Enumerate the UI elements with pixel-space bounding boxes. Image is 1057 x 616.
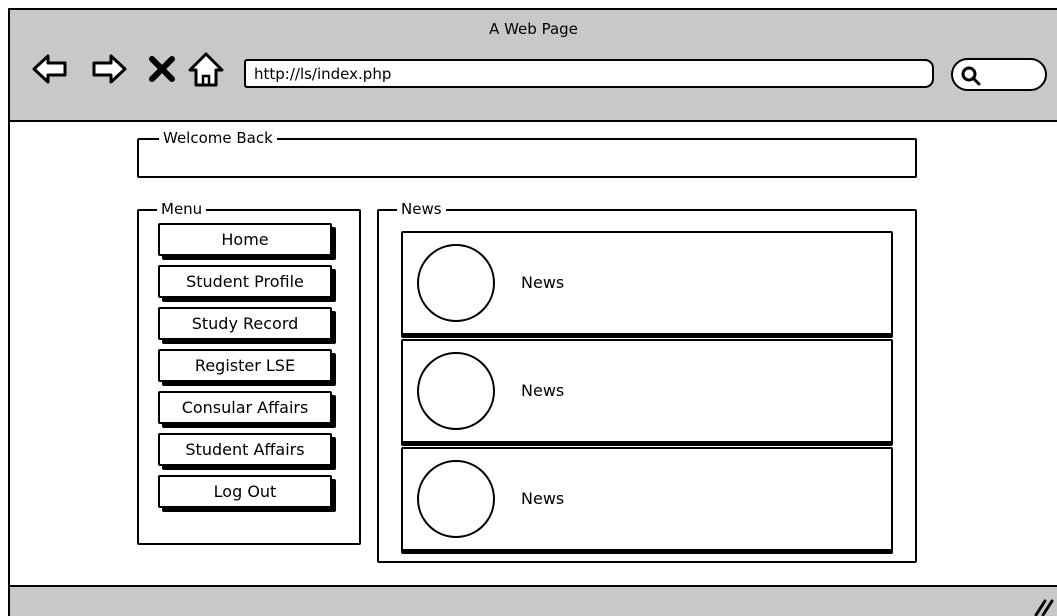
search-input[interactable] [951, 58, 1047, 91]
news-title: News [521, 381, 565, 400]
news-label: News [397, 200, 446, 218]
news-thumbnail [417, 460, 495, 538]
close-icon[interactable] [147, 49, 177, 89]
welcome-panel: Welcome Back [137, 129, 917, 178]
news-item[interactable]: News [401, 231, 893, 335]
news-title: News [521, 489, 565, 508]
news-thumbnail [417, 244, 495, 322]
news-item[interactable]: News [401, 339, 893, 443]
menu-log-out-button[interactable]: Log Out [158, 475, 332, 508]
arrow-right-icon[interactable] [89, 49, 129, 89]
browser-toolbar: A Web Page http://ls/index.php [10, 10, 1057, 122]
menu-panel: Menu Home Student Profile Study Record R… [137, 200, 361, 545]
news-panel: News News News News [377, 200, 917, 563]
menu-student-profile-button[interactable]: Student Profile [158, 265, 332, 298]
menu-label: Menu [157, 200, 207, 218]
menu-student-affairs-button[interactable]: Student Affairs [158, 433, 332, 466]
menu-home-button[interactable]: Home [158, 223, 332, 256]
home-icon[interactable] [186, 49, 226, 89]
status-bar [10, 585, 1057, 616]
news-title: News [521, 273, 565, 292]
address-bar[interactable]: http://ls/index.php [244, 59, 934, 88]
news-thumbnail [417, 352, 495, 430]
menu-register-lse-button[interactable]: Register LSE [158, 349, 332, 382]
welcome-label: Welcome Back [159, 129, 277, 147]
resize-grip-icon[interactable] [1032, 597, 1054, 616]
window-title: A Web Page [489, 20, 578, 38]
menu-study-record-button[interactable]: Study Record [158, 307, 332, 340]
menu-consular-affairs-button[interactable]: Consular Affairs [158, 391, 332, 424]
arrow-left-icon[interactable] [30, 49, 70, 89]
url-text: http://ls/index.php [254, 65, 392, 83]
news-item[interactable]: News [401, 447, 893, 551]
search-icon [961, 66, 981, 86]
